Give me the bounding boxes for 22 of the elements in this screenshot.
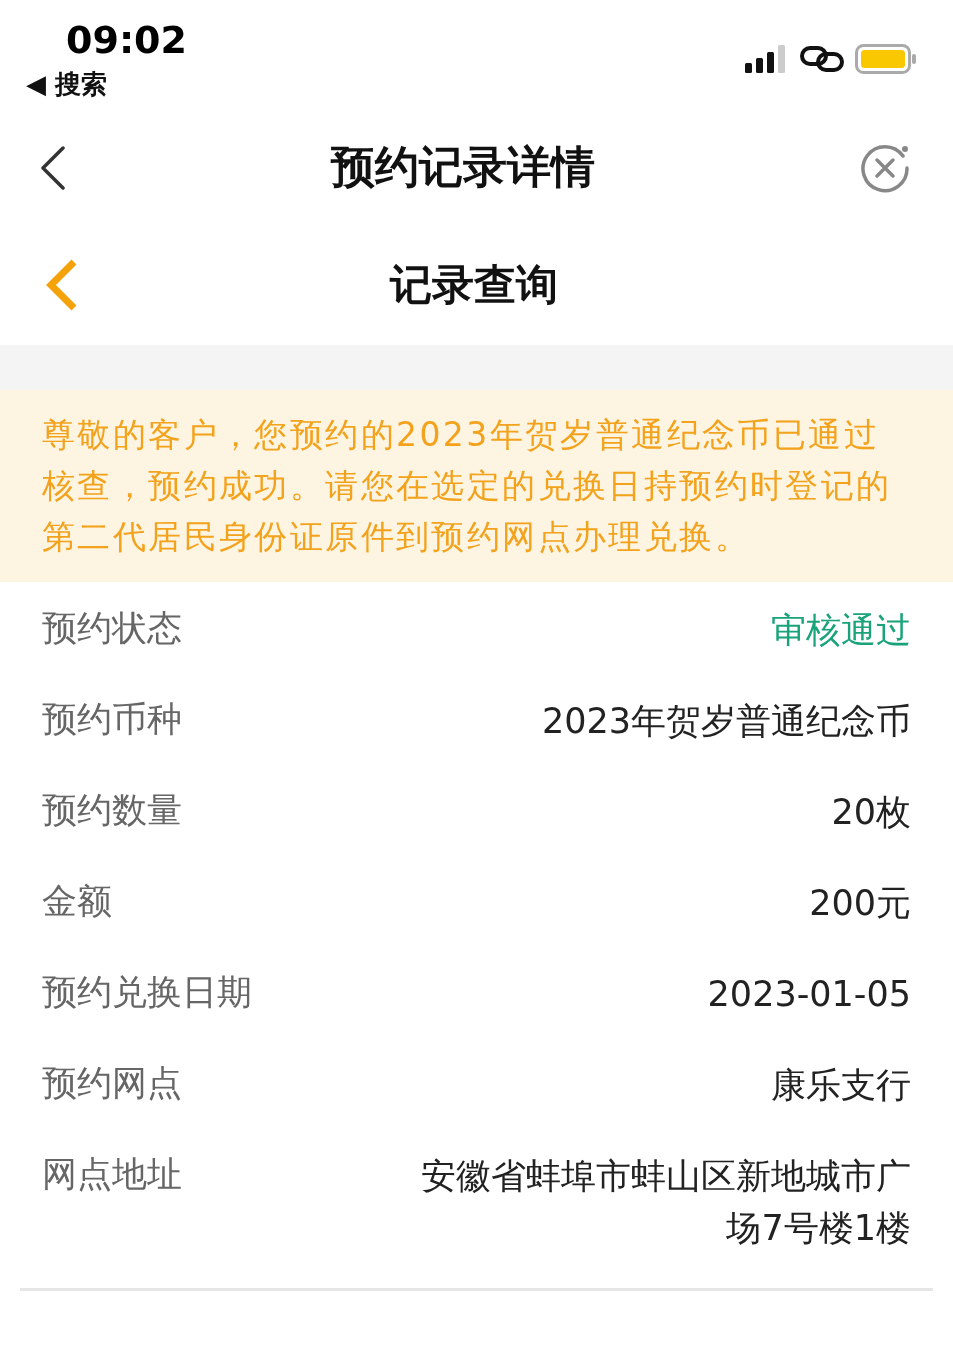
detail-label: 预约状态 bbox=[42, 607, 182, 650]
detail-value: 康乐支行 bbox=[771, 1064, 911, 1107]
page-title: 预约记录详情 bbox=[330, 140, 595, 194]
detail-label: 预约数量 bbox=[42, 789, 182, 832]
detail-label: 金额 bbox=[42, 880, 112, 923]
detail-label: 预约兑换日期 bbox=[42, 971, 252, 1014]
battery-icon bbox=[855, 44, 917, 74]
notice-message: 尊敬的客户，您预约的2023年贺岁普通纪念币已通过核查，预约成功。请您在选定的兑换日持预约时登记的第二代居民身份证原件到预约网点办理兑换。 bbox=[0, 390, 953, 582]
detail-label: 预约网点 bbox=[42, 1062, 182, 1105]
detail-value: 200元 bbox=[809, 882, 911, 925]
status-time: 09:02 bbox=[65, 18, 187, 62]
detail-value: 2023年贺岁普通纪念币 bbox=[541, 700, 911, 743]
back-icon[interactable] bbox=[40, 145, 66, 190]
section-title: 记录查询 bbox=[390, 259, 558, 311]
detail-value: 安徽省蚌埠市蚌山区新地城市广场7号楼1楼 bbox=[420, 1155, 911, 1250]
link-icon bbox=[799, 45, 845, 73]
detail-value: 20枚 bbox=[831, 791, 911, 834]
detail-label: 网点地址 bbox=[42, 1153, 182, 1196]
detail-label: 预约币种 bbox=[42, 698, 182, 741]
status-value: 审核通过 bbox=[771, 609, 911, 652]
back-to-app-link[interactable]: ◀ 搜索 bbox=[26, 66, 187, 102]
detail-value: 2023-01-05 bbox=[707, 973, 911, 1016]
